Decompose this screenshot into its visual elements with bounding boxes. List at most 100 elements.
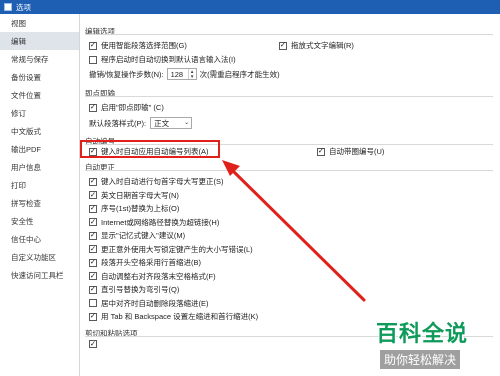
sidebar-item-label: 自定义功能区	[11, 252, 56, 262]
undo-steps-row: 撤销/恢复操作步数(N): 128 ▲ ▼ 次(需重启程序才能生效)	[89, 68, 280, 80]
smart-select-label: 使用智能段落选择范围(G)	[101, 41, 187, 50]
sidebar-item[interactable]: 快速访问工具栏	[0, 266, 79, 284]
autocorrect-option[interactable]: 居中对齐时自动删除段落缩进(E)	[89, 298, 209, 309]
sidebar-item-label: 用户信息	[11, 162, 41, 172]
sidebar-item-label: 打印	[11, 180, 26, 190]
auto-ime-label: 程序启动时自动切换到默认语言输入法(I)	[101, 55, 236, 64]
sidebar-item-label: 拼写检查	[11, 198, 41, 208]
autocorrect-label: 显示"记忆式键入"建议(M)	[101, 231, 186, 240]
sidebar-item[interactable]: 信任中心	[0, 230, 79, 248]
autocorrect-checkbox[interactable]	[89, 204, 97, 213]
click-type-divider	[85, 96, 493, 97]
sidebar-item[interactable]: 视图	[0, 14, 79, 32]
autocorrect-checkbox[interactable]	[89, 218, 97, 226]
auto-ime-option[interactable]: 程序启动时自动切换到默认语言输入法(I)	[89, 54, 236, 65]
auto-bullets-option[interactable]: 自动带圈编号(U)	[317, 146, 384, 157]
sidebar-item-label: 快速访问工具栏	[11, 270, 64, 280]
autocorrect-checkbox[interactable]	[89, 245, 97, 253]
sidebar-item-label: 信任中心	[11, 234, 41, 244]
sidebar-item[interactable]: 修订	[0, 104, 79, 122]
sidebar-item-label: 常规与保存	[11, 54, 49, 64]
sidebar-item[interactable]: 备份设置	[0, 68, 79, 86]
sidebar-item[interactable]: 安全性	[0, 212, 79, 230]
default-style-row: 默认段落样式(P): 正文 ⌄	[89, 117, 193, 129]
smart-select-checkbox[interactable]	[89, 41, 97, 50]
auto-ime-checkbox[interactable]	[89, 55, 97, 64]
edit-options-title: 编辑选项	[85, 27, 115, 36]
autocorrect-option[interactable]: 显示"记忆式键入"建议(M)	[89, 230, 185, 241]
sidebar-item-label: 中文版式	[11, 126, 41, 136]
autocorrect-option[interactable]: 键入时自动进行句首字母大写更正(S)	[89, 176, 224, 187]
spinner-arrows-icon[interactable]: ▲ ▼	[187, 69, 196, 79]
autocorrect-label: 自动调整右对齐段落末空格格式(F)	[101, 271, 216, 281]
sidebar-item[interactable]: 输出PDF	[0, 140, 79, 158]
autocorrect-divider	[85, 170, 493, 171]
sidebar-item[interactable]: 编辑	[0, 32, 79, 50]
undo-steps-note: 次(需重启程序才能生效)	[199, 69, 280, 79]
autocorrect-option[interactable]: 英文日期首字母大写(N)	[89, 190, 179, 201]
autocorrect-checkbox[interactable]	[89, 312, 97, 321]
sidebar-item-label: 安全性	[11, 216, 34, 226]
watermark-slogan: 助你轻松解决	[380, 350, 461, 369]
sidebar-item[interactable]: 用户信息	[0, 158, 79, 176]
undo-steps-spinner[interactable]: 128 ▲ ▼	[166, 68, 197, 80]
sidebar-item[interactable]: 自定义功能区	[0, 248, 79, 266]
autocorrect-option[interactable]: 直引号替换为弯引号(Q)	[89, 284, 179, 295]
sidebar-item-label: 输出PDF	[11, 144, 41, 154]
undo-steps-value: 128	[170, 69, 184, 79]
autocorrect-option[interactable]: 序号(1st)替换为上标(O)	[89, 203, 179, 214]
sidebar-item[interactable]: 常规与保存	[0, 50, 79, 68]
sidebar-item-label: 修订	[11, 108, 26, 118]
autocorrect-label: 键入时自动进行句首字母大写更正(S)	[101, 177, 224, 186]
autocorrect-option[interactable]: 更正意外使用大写锁定键产生的大小写错误(L)	[89, 244, 253, 255]
click-type-enable-option[interactable]: 启用"即点即输" (C)	[89, 102, 164, 113]
sidebar-item-label: 视图	[11, 18, 26, 28]
watermark-brand: 百科全说	[376, 322, 469, 347]
autocorrect-label: 英文日期首字母大写(N)	[101, 190, 179, 200]
autocorrect-checkbox[interactable]	[89, 258, 97, 267]
sidebar-item-label: 文件位置	[11, 90, 41, 100]
default-style-select[interactable]: 正文 ⌄	[150, 117, 193, 129]
autocorrect-title: 自动更正	[85, 163, 115, 172]
default-style-value: 正文	[154, 118, 170, 128]
sidebar-item[interactable]: 拼写检查	[0, 194, 79, 212]
window-title: 选项	[16, 2, 31, 12]
auto-bullets-label: 自动带圈编号(U)	[329, 147, 385, 156]
sidebar-item[interactable]: 打印	[0, 176, 79, 194]
autocorrect-label: 序号(1st)替换为上标(O)	[101, 204, 180, 213]
autocorrect-checkbox[interactable]	[89, 177, 97, 186]
autocorrect-option[interactable]: 用 Tab 和 Backspace 设置左缩进和首行缩进(K)	[89, 311, 258, 322]
autocorrect-checkbox[interactable]	[89, 231, 97, 240]
autocorrect-option[interactable]: 段落开头空格采用行首缩进(B)	[89, 257, 201, 268]
smart-select-option[interactable]: 使用智能段落选择范围(G)	[89, 40, 187, 51]
autocorrect-label: 段落开头空格采用行首缩进(B)	[101, 258, 201, 267]
autocorrect-label: 用 Tab 和 Backspace 设置左缩进和首行缩进(K)	[101, 312, 259, 321]
brand-watermark: 百科全说 助你轻松解决	[368, 316, 488, 372]
default-style-label: 默认段落样式(P):	[89, 118, 147, 128]
auto-bullets-checkbox[interactable]	[317, 147, 325, 156]
clipboard-option-partial[interactable]	[89, 340, 101, 348]
autocorrect-checkbox[interactable]	[89, 285, 97, 294]
autocorrect-label: 居中对齐时自动删除段落缩进(E)	[101, 298, 209, 308]
autocorrect-label: 更正意外使用大写锁定键产生的大小写错误(L)	[101, 244, 253, 254]
chevron-down-icon: ⌄	[184, 120, 190, 126]
highlight-box	[80, 140, 220, 158]
autocorrect-label: Internet或网络路径替换为超链接(H)	[101, 217, 220, 227]
autocorrect-checkbox[interactable]	[89, 272, 97, 280]
clipboard-checkbox[interactable]	[89, 340, 97, 348]
autocorrect-option[interactable]: Internet或网络路径替换为超链接(H)	[89, 217, 219, 228]
drag-text-option[interactable]: 拖放式文字编辑(R)	[279, 40, 354, 51]
clipboard-title: 剪切和粘贴选项	[85, 329, 138, 338]
click-type-checkbox[interactable]	[89, 103, 97, 112]
options-sidebar: 视图编辑常规与保存备份设置文件位置修订中文版式输出PDF 用户信息打印拼写检查安全…	[0, 14, 80, 376]
autocorrect-label: 直引号替换为弯引号(Q)	[101, 285, 180, 294]
sidebar-item[interactable]: 中文版式	[0, 122, 79, 140]
sidebar-item-label: 编辑	[11, 36, 26, 46]
sidebar-item-label: 备份设置	[11, 72, 41, 82]
sidebar-item[interactable]: 文件位置	[0, 86, 79, 104]
drag-text-label: 拖放式文字编辑(R)	[291, 41, 354, 50]
drag-text-checkbox[interactable]	[279, 41, 287, 50]
autocorrect-option[interactable]: 自动调整右对齐段落末空格格式(F)	[89, 271, 216, 282]
autocorrect-checkbox[interactable]	[89, 299, 97, 307]
autocorrect-checkbox[interactable]	[89, 191, 97, 199]
